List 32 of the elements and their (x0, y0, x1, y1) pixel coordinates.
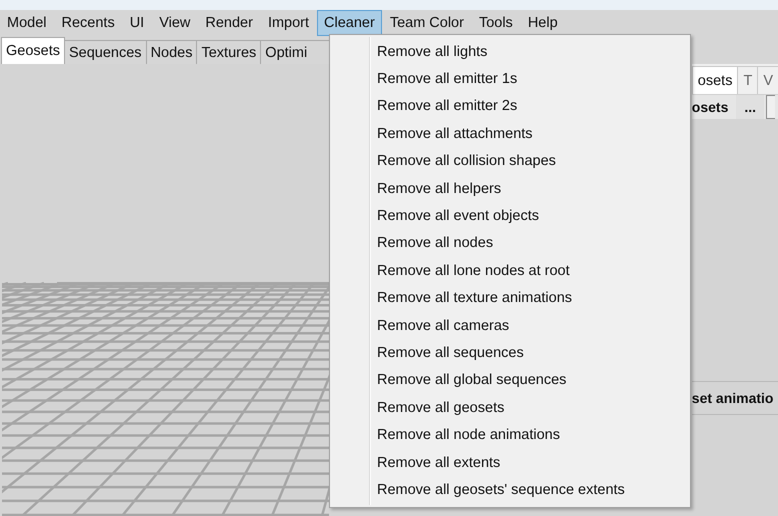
more-button[interactable]: ... (736, 95, 764, 119)
menu-entry[interactable]: Remove all geosets (330, 394, 690, 422)
menu-entry[interactable]: Remove all helpers (330, 174, 690, 202)
menu-entry[interactable]: Remove all nodes (330, 230, 690, 258)
menu-item[interactable]: Model (0, 10, 54, 36)
menu-entry[interactable]: Remove all sequences (330, 339, 690, 367)
menu-entry[interactable]: Remove all lone nodes at root (330, 257, 690, 285)
tab[interactable]: Geosets (1, 37, 65, 64)
menu-item[interactable]: Import (260, 10, 316, 36)
menu-entry[interactable]: Remove all attachments (330, 120, 690, 148)
menu-item[interactable]: Tools (472, 10, 520, 36)
menu-entry[interactable]: Remove all texture animations (330, 284, 690, 312)
menu-item[interactable]: Render (198, 10, 260, 36)
menu-entry[interactable]: Remove all emitter 1s (330, 65, 690, 93)
menu-entry[interactable]: Remove all geosets' sequence extents (330, 476, 690, 504)
menu-entry[interactable]: Remove all global sequences (330, 366, 690, 394)
section-header: set animatio (692, 390, 774, 406)
menu-item[interactable]: UI (122, 10, 152, 36)
menu-entry[interactable]: Remove all cameras (330, 312, 690, 340)
panel-header: osets (692, 99, 728, 115)
menu-item[interactable]: Cleaner (317, 10, 382, 36)
menu-entry[interactable]: Remove all extents (330, 448, 690, 476)
tab[interactable]: osets (692, 66, 738, 94)
menu-item[interactable]: View (152, 10, 198, 36)
menu-item[interactable]: Team Color (382, 10, 471, 36)
input-field[interactable] (766, 95, 776, 119)
menu-entry[interactable]: Remove all node animations (330, 421, 690, 449)
menu-entry[interactable]: Remove all collision shapes (330, 148, 690, 175)
menu-entry[interactable]: Remove all emitter 2s (330, 92, 690, 120)
menu-item[interactable]: Recents (54, 10, 122, 36)
menu-entry[interactable]: Remove all event objects (330, 202, 690, 230)
menu-item[interactable]: Help (520, 10, 565, 36)
